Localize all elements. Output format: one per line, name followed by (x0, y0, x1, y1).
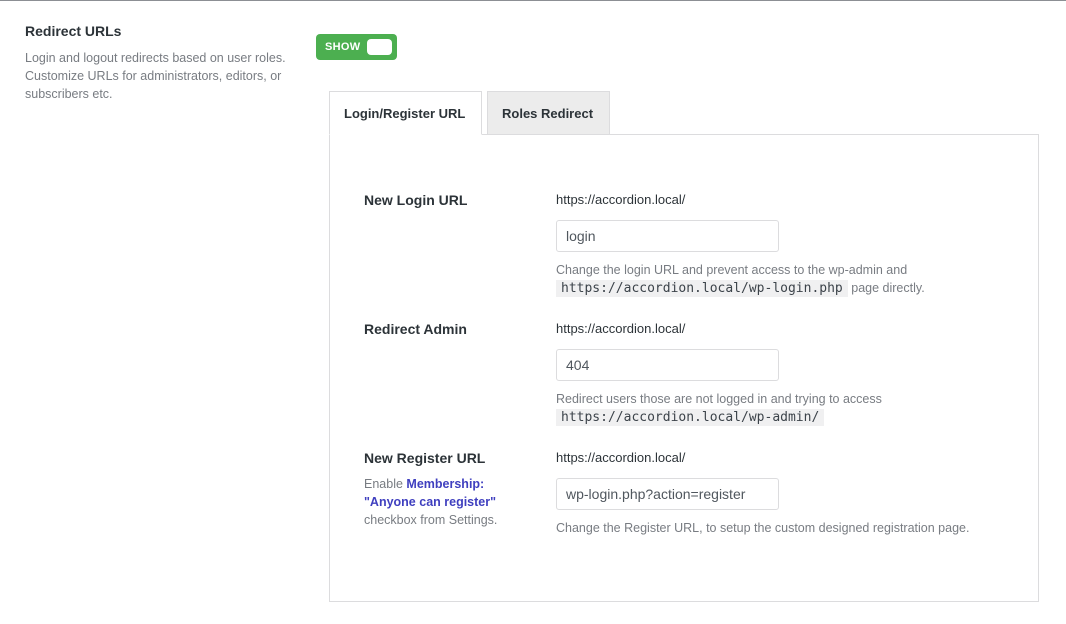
register-url-help: Change the Register URL, to setup the cu… (556, 521, 970, 535)
login-url-prefix: https://accordion.local/ (556, 192, 686, 207)
section-header: Redirect URLs Login and logout redirects… (25, 23, 295, 103)
tab-login-register-url[interactable]: Login/Register URL (329, 91, 482, 135)
redirect-admin-help: Redirect users those are not logged in a… (556, 390, 1016, 427)
tab-panel: New Login URL https://accordion.local/ C… (329, 134, 1039, 602)
toggle-label: SHOW (325, 41, 361, 53)
login-url-help-suffix: page directly. (851, 281, 925, 295)
toggle-knob[interactable] (367, 39, 392, 55)
login-url-help: Change the login URL and prevent access … (556, 261, 1016, 298)
register-url-prefix: https://accordion.local/ (556, 450, 686, 465)
tab-bar: Login/Register URL Roles Redirect (329, 91, 610, 135)
login-url-help-text: Change the login URL and prevent access … (556, 263, 908, 277)
register-url-label: New Register URL (364, 450, 486, 466)
top-divider (0, 0, 1066, 1)
tab-roles-redirect[interactable]: Roles Redirect (487, 91, 610, 135)
redirect-admin-prefix: https://accordion.local/ (556, 321, 686, 336)
register-url-input[interactable] (556, 478, 779, 510)
login-url-label: New Login URL (364, 192, 468, 208)
register-note-before: Enable (364, 477, 403, 491)
login-url-input[interactable] (556, 220, 779, 252)
redirect-admin-help-text: Redirect users those are not logged in a… (556, 392, 882, 406)
login-url-help-code: https://accordion.local/wp-login.php (556, 280, 848, 297)
register-url-field: https://accordion.local/ Change the Regi… (556, 450, 1016, 537)
show-toggle[interactable]: SHOW (316, 34, 397, 60)
section-description: Login and logout redirects based on user… (25, 51, 286, 101)
register-url-note: Enable Membership: "Anyone can register"… (364, 475, 534, 529)
login-url-field: https://accordion.local/ Change the logi… (556, 192, 1016, 298)
redirect-admin-label: Redirect Admin (364, 321, 467, 337)
register-note-after: checkbox from Settings. (364, 513, 498, 527)
redirect-admin-field: https://accordion.local/ Redirect users … (556, 321, 1016, 427)
redirect-admin-help-code: https://accordion.local/wp-admin/ (556, 409, 825, 426)
section-title: Redirect URLs (25, 23, 122, 39)
redirect-admin-input[interactable] (556, 349, 779, 381)
